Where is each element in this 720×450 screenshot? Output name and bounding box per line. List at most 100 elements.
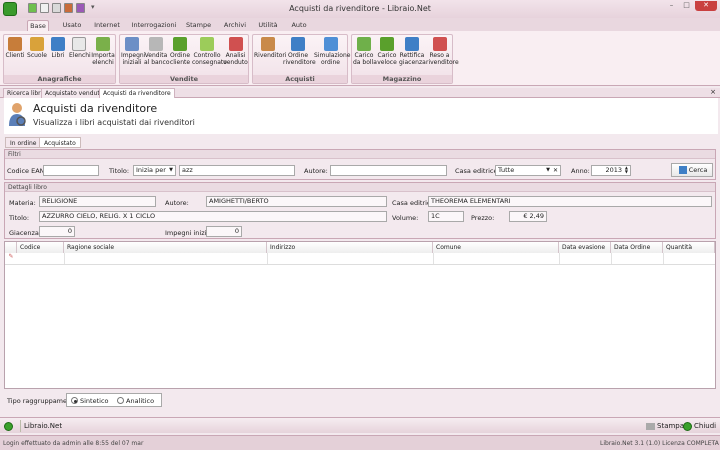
column-header-indirizzo[interactable]: Indirizzo [267, 242, 433, 253]
filters-panel: Filtri Codice EAN: Titolo: Inizia per ▼ a… [4, 149, 716, 180]
vendita-banco-button[interactable]: Vendita al banco [144, 37, 170, 75]
simulazione-ordine-button[interactable]: Simulazione ordine [314, 37, 350, 75]
column-header-data-evasione[interactable]: Data evasione [559, 242, 611, 253]
return-icon [432, 37, 447, 51]
impegni-field: 0 [206, 226, 242, 237]
carico-veloce-button[interactable]: Carico veloce [376, 37, 398, 75]
tab-utilita[interactable]: Utilità [258, 20, 278, 31]
materia-field: RELIGIONE [39, 196, 156, 207]
close-document-button[interactable]: × [710, 88, 716, 97]
cell-divider [611, 253, 612, 264]
tab-acquistato[interactable]: Acquistato [39, 137, 81, 148]
ean-input[interactable] [43, 165, 99, 176]
print-button[interactable]: Stampa [646, 420, 684, 432]
page-subtitle: Visualizza i libri acquistati dai rivend… [33, 118, 195, 127]
scuole-button[interactable]: Scuole [27, 37, 47, 75]
publisher-label: Casa editrice: [455, 167, 500, 175]
volume-label: Volume: [392, 214, 419, 222]
ribbon-group-label: Magazzino [352, 75, 452, 83]
binoculars-icon [678, 166, 687, 174]
ribbon-group-anagrafiche: Clienti Scuole Libri Elenchi Importa ele… [3, 34, 116, 84]
tab-interrogazioni[interactable]: Interrogazioni [131, 20, 177, 31]
ribbon-group-label: Acquisti [253, 75, 347, 83]
libri-button[interactable]: Libri [49, 37, 67, 75]
materia-label: Materia: [9, 199, 36, 207]
login-status: Login effettuato da admin alle 8:55 del … [3, 440, 144, 447]
menu-tabs: Base Usato Internet Interrogazioni Stamp… [0, 18, 720, 31]
tab-base[interactable]: Base [27, 20, 49, 31]
ordine-cliente-button[interactable]: Ordine cliente [169, 37, 191, 75]
tab-archivi[interactable]: Archivi [223, 20, 247, 31]
tab-auto[interactable]: Auto [289, 20, 309, 31]
spinner-arrows-icon[interactable]: ▲ ▼ [625, 166, 628, 174]
cell-divider [559, 253, 560, 264]
close-button[interactable]: Chiudi [683, 420, 716, 432]
power-icon [683, 421, 692, 431]
carico-bolla-button[interactable]: Carico da bolla [353, 37, 377, 75]
tab-usato[interactable]: Usato [60, 20, 84, 31]
impegni-iniziali-button[interactable]: Impegni iniziali [121, 37, 145, 75]
cell-divider [663, 253, 664, 264]
autore-field: AMIGHETTI/BERTO [206, 196, 387, 207]
list-icon [72, 37, 86, 51]
author-input[interactable] [330, 165, 447, 176]
resize-grip-icon[interactable]: ⋰ [709, 439, 716, 447]
radio-sintetico[interactable] [71, 397, 78, 404]
search-button[interactable]: Cerca [671, 163, 713, 177]
title-mode-select[interactable]: Inizia per ▼ [133, 165, 176, 176]
column-header-quantita[interactable]: Quantità [663, 242, 715, 253]
column-header-comune[interactable]: Comune [433, 242, 559, 253]
results-grid[interactable]: Codice Ragione sociale Indirizzo Comune … [4, 241, 716, 389]
divider [20, 420, 21, 432]
simulation-icon [323, 37, 338, 51]
cell-divider [64, 253, 65, 264]
window-title: Acquisti da rivenditore - Libraio.Net [289, 4, 431, 13]
delivery-icon [357, 37, 371, 51]
radio-analitico[interactable] [117, 397, 124, 404]
table-row[interactable]: ✎ [5, 253, 715, 265]
close-window-button[interactable]: ✕ [695, 1, 717, 11]
editrice-field: THEOREMA ELEMENTARI [428, 196, 712, 207]
clear-icon[interactable]: ✕ [553, 166, 558, 175]
doc-tab-ricerca-libri[interactable]: Ricerca libri [3, 88, 47, 98]
publisher-select[interactable]: Tutte ▼ ✕ [495, 165, 561, 176]
app-name-label: Libraio.Net [24, 422, 63, 430]
cell-divider [267, 253, 268, 264]
titolo-field: AZZURRO CIELO, RELIG. X 1 CICLO [39, 211, 387, 222]
chevron-down-icon: ▼ [169, 167, 173, 173]
tab-internet[interactable]: Internet [93, 20, 121, 31]
doc-tab-acquistato-venduto[interactable]: Acquistato venduto [41, 88, 108, 98]
tab-stampe[interactable]: Stampe [186, 20, 211, 31]
column-header-data-ordine[interactable]: Data Ordine [611, 242, 663, 253]
tab-in-ordine[interactable]: In ordine [5, 137, 42, 148]
title-input[interactable]: azz [179, 165, 295, 176]
school-icon [30, 37, 44, 51]
author-label: Autore: [304, 167, 328, 175]
new-row-icon: ✎ [8, 253, 14, 260]
analisi-venduto-button[interactable]: Analisi venduto [223, 37, 248, 75]
row-indicator-header [5, 242, 17, 253]
chevron-down-icon: ▼ [546, 167, 550, 173]
ordine-rivenditore-button[interactable]: Ordine rivenditore [283, 37, 316, 75]
clienti-button[interactable]: Clienti [5, 37, 25, 75]
column-header-codice[interactable]: Codice [17, 242, 64, 253]
column-header-ragione-sociale[interactable]: Ragione sociale [64, 242, 267, 253]
import-icon [96, 37, 110, 51]
controllo-consegnato-button[interactable]: Controllo consegnato [192, 37, 227, 75]
fast-load-icon [380, 37, 394, 51]
minimize-button[interactable]: – [665, 1, 678, 11]
rivenditori-button[interactable]: Rivenditori [254, 37, 287, 75]
ribbon: Clienti Scuole Libri Elenchi Importa ele… [0, 31, 720, 86]
importa-elenchi-button[interactable]: Importa elenchi [91, 37, 115, 75]
footer-bar: Libraio.Net Stampa Chiudi [0, 417, 720, 433]
doc-tab-acquisti-rivenditore[interactable]: Acquisti da rivenditore [99, 88, 175, 98]
rettifica-giacenza-button[interactable]: Rettifica giacenza [399, 37, 426, 75]
giacenza-label: Giacenza: [9, 229, 42, 237]
filters-section-title: Filtri [5, 150, 715, 159]
ribbon-group-label: Anagrafiche [4, 75, 115, 83]
radio-analitico-label: Analitico [126, 397, 155, 405]
elenchi-button[interactable]: Elenchi [69, 37, 91, 75]
maximize-button[interactable]: □ [680, 1, 693, 11]
reso-rivenditore-button[interactable]: Reso a rivenditore [426, 37, 459, 75]
year-spinner[interactable]: 2013 ▲ ▼ [591, 165, 631, 176]
